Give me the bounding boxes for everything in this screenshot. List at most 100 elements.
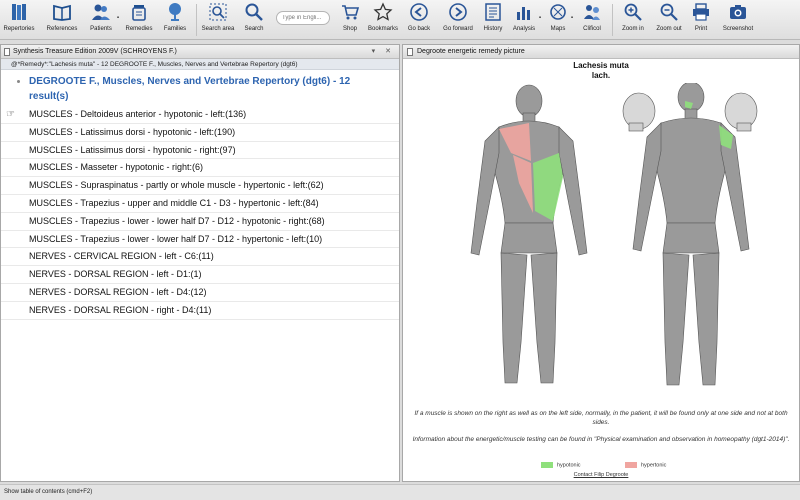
printer-icon xyxy=(693,3,709,21)
rubric-row[interactable]: NERVES - DORSAL REGION - left - D1:(1) xyxy=(1,266,399,284)
clificol-button[interactable]: Clificol xyxy=(578,2,606,38)
patients-dropdown-icon[interactable]: ▪ xyxy=(117,15,119,21)
main-toolbar: Repertories References Patients ▪ Remedi… xyxy=(0,0,800,40)
front-view-figure xyxy=(632,83,750,386)
rubric-text: MUSCLES - Trapezius - lower - lower half… xyxy=(29,215,325,226)
search-area-button[interactable]: Search area xyxy=(200,2,236,38)
patients-label: Patients xyxy=(90,26,112,32)
zoom-out-label: Zoom out xyxy=(656,26,682,32)
rubric-row[interactable]: MUSCLES - Latissimus dorsi - hypotonic -… xyxy=(1,124,399,142)
rubric-row[interactable]: NERVES - DORSAL REGION - left - D4:(12) xyxy=(1,284,399,302)
rubric-text: MUSCLES - Deltoideus anterior - hypotoni… xyxy=(29,109,247,119)
skull-left xyxy=(622,92,656,132)
legend-hypertonic: hypertonic xyxy=(625,462,666,468)
note-paragraph: Information about the energetic/muscle t… xyxy=(412,436,790,443)
document-icon xyxy=(4,48,10,56)
screenshot-button[interactable]: Screenshot xyxy=(720,2,756,38)
rubric-row[interactable]: MUSCLES - Latissimus dorsi - hypotonic -… xyxy=(1,142,399,160)
contact-link[interactable]: Contact Filip Degroote xyxy=(403,472,799,478)
rubric-text: MUSCLES - Trapezius - lower - lower half… xyxy=(29,233,323,244)
history-label: History xyxy=(483,26,503,32)
search-label: Search xyxy=(244,26,264,32)
rubric-row[interactable]: MUSCLES - Trapezius - upper and middle C… xyxy=(1,195,399,213)
open-book-icon xyxy=(53,4,71,21)
star-icon xyxy=(373,2,393,21)
result-title-text: DEGROOTE F., Muscles, Nerves and Vertebr… xyxy=(29,76,351,102)
screenshot-label: Screenshot xyxy=(722,26,754,32)
rubric-row[interactable]: MUSCLES - Masseter - hypotonic - right:(… xyxy=(1,159,399,178)
rubric-row[interactable]: NERVES - DORSAL REGION - right - D4:(11) xyxy=(1,302,399,320)
remedy-jar-icon xyxy=(132,5,146,21)
status-text[interactable]: Show table of contents (cmd+F2) xyxy=(4,489,92,495)
patients-icon xyxy=(92,4,110,20)
rubric-row[interactable]: NERVES - CERVICAL REGION - left - C6:(11… xyxy=(1,248,399,267)
search-query-line: @*Remedy*:"Lachesis muta" - 12 DEGROOTE … xyxy=(1,59,399,70)
repertory-results-pane: Synthesis Treasure Edition 2009V (SCHROY… xyxy=(0,44,400,482)
zoom-out-icon xyxy=(660,3,678,21)
picture-pane-title: Degroote energetic remedy picture xyxy=(417,48,525,55)
repertories-label: Repertories xyxy=(3,26,35,32)
remedies-label: Remedies xyxy=(125,26,153,32)
go-forward-button[interactable]: Go forward xyxy=(440,2,476,38)
shop-button[interactable]: Shop xyxy=(338,2,362,38)
hypotonic-latissimus-right xyxy=(533,153,563,221)
remedies-button[interactable]: Remedies xyxy=(124,2,154,38)
legend-label: hypotonic xyxy=(557,462,581,469)
zoom-in-button[interactable]: Zoom in xyxy=(618,2,648,38)
zoom-out-button[interactable]: Zoom out xyxy=(652,2,686,38)
analysis-chart-icon xyxy=(517,7,530,20)
cart-icon xyxy=(342,5,360,20)
references-label: References xyxy=(46,26,78,32)
repertory-pane-title: Synthesis Treasure Edition 2009V (SCHROY… xyxy=(13,48,177,55)
rubric-text: MUSCLES - Latissimus dorsi - hypotonic -… xyxy=(29,144,236,155)
family-tree-icon xyxy=(169,3,181,21)
rubric-text: NERVES - DORSAL REGION - left - D1:(1) xyxy=(29,269,202,280)
remedy-name: Lachesis muta xyxy=(573,61,629,70)
rubric-text: NERVES - DORSAL REGION - left - D4:(12) xyxy=(29,286,207,297)
rubric-text: MUSCLES - Supraspinatus - partly or whol… xyxy=(29,180,324,191)
magnifier-icon xyxy=(245,3,263,21)
remedy-picture-pane: Degroote energetic remedy picture Laches… xyxy=(402,44,800,482)
repertories-button[interactable]: Repertories xyxy=(2,2,36,38)
search-input[interactable] xyxy=(276,11,330,25)
toolbar-separator xyxy=(612,4,613,36)
zoom-in-label: Zoom in xyxy=(622,26,644,32)
maps-label: Maps xyxy=(550,26,566,32)
analysis-dropdown-icon[interactable]: ▪ xyxy=(539,15,541,21)
bookmarks-button[interactable]: Bookmarks xyxy=(366,2,400,38)
maps-icon xyxy=(550,4,566,20)
search-button[interactable]: Search xyxy=(240,2,268,38)
bookmarks-label: Bookmarks xyxy=(367,26,398,32)
families-button[interactable]: Families xyxy=(160,2,190,38)
remedy-abbreviation: lach. xyxy=(591,71,611,80)
history-button[interactable]: History xyxy=(480,2,506,38)
analysis-button[interactable]: Analysis ▪ xyxy=(510,2,541,38)
clificol-icon xyxy=(584,5,600,20)
go-back-button[interactable]: Go back xyxy=(405,2,433,38)
rubric-row[interactable]: MUSCLES - Supraspinatus - partly or whol… xyxy=(1,177,399,195)
rubric-text: MUSCLES - Latissimus dorsi - hypotonic -… xyxy=(29,126,236,137)
skull-right xyxy=(724,92,758,132)
rubric-list: ☞ MUSCLES - Deltoideus anterior - hypoton… xyxy=(1,106,399,320)
print-button[interactable]: Print xyxy=(690,2,712,38)
rubric-row[interactable]: MUSCLES - Trapezius - lower - lower half… xyxy=(1,213,399,231)
maps-button[interactable]: Maps ▪ xyxy=(546,2,573,38)
rubric-text: MUSCLES - Masseter - hypotonic - right:(… xyxy=(29,162,204,173)
picture-pane-header: Degroote energetic remedy picture xyxy=(403,45,799,59)
rubric-row[interactable]: ☞ MUSCLES - Deltoideus anterior - hypoton… xyxy=(1,106,399,124)
maps-dropdown-icon[interactable]: ▪ xyxy=(571,15,573,21)
search-area-icon xyxy=(209,3,227,21)
rubric-text: MUSCLES - Trapezius - upper and middle C… xyxy=(29,197,319,208)
rubric-row[interactable]: MUSCLES - Trapezius - lower - lower half… xyxy=(1,231,399,249)
note-paragraph: If a muscle is shown on the right as wel… xyxy=(414,410,788,426)
go-back-label: Go back xyxy=(407,26,431,32)
result-title: DEGROOTE F., Muscles, Nerves and Vertebr… xyxy=(1,70,381,104)
repertory-books-icon xyxy=(12,4,26,20)
hypertonic-swatch xyxy=(625,462,637,468)
patients-button[interactable]: Patients ▪ xyxy=(86,2,119,38)
print-label: Print xyxy=(694,26,708,32)
pane-controls[interactable]: ▾ ✕ xyxy=(372,47,395,55)
references-button[interactable]: References xyxy=(44,2,80,38)
status-bar: Show table of contents (cmd+F2) xyxy=(0,484,800,500)
arrow-left-icon xyxy=(410,3,428,21)
